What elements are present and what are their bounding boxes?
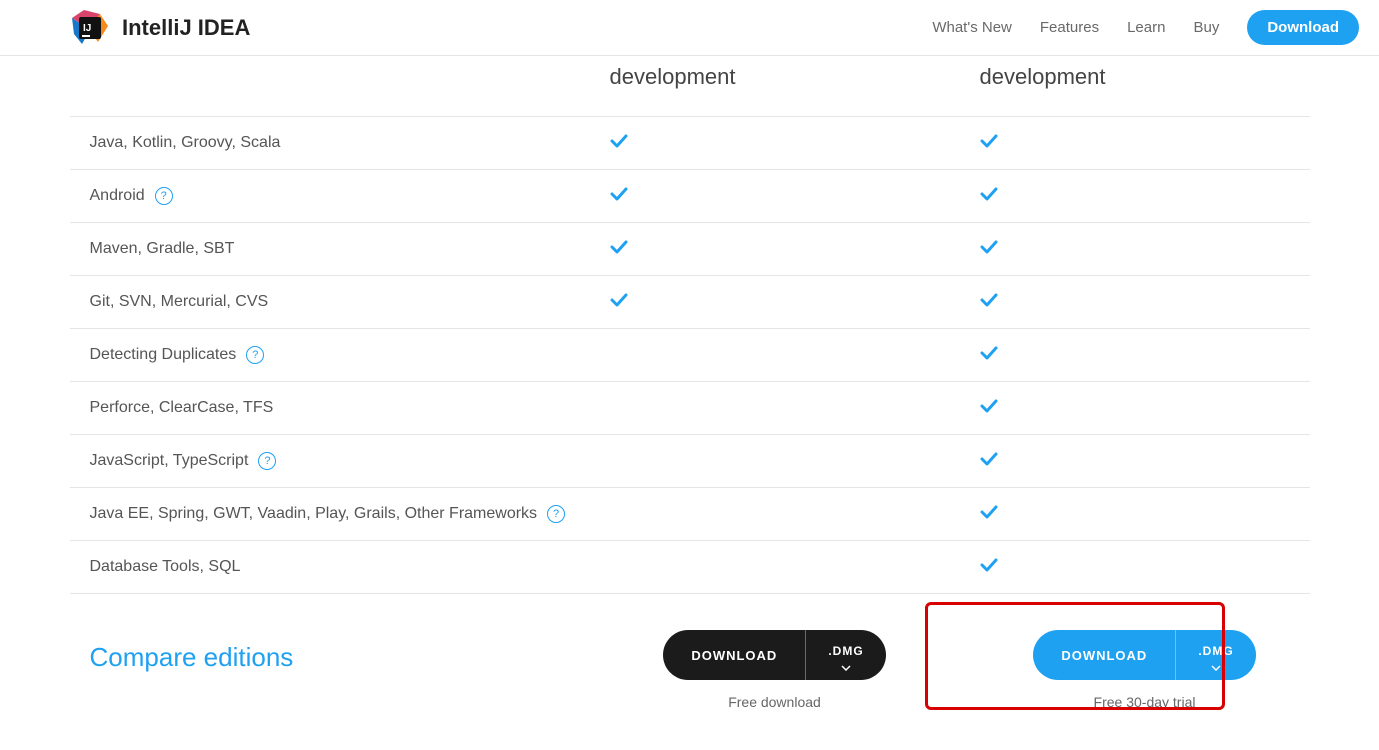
download-ultimate-subtext: Free 30-day trial xyxy=(1094,694,1196,710)
check-icon xyxy=(980,558,998,572)
help-icon[interactable]: ? xyxy=(547,505,565,523)
column-header-community: development xyxy=(590,64,960,90)
ultimate-cell xyxy=(960,187,1330,206)
ultimate-cell xyxy=(960,240,1330,259)
feature-label: Database Tools, SQL xyxy=(70,555,590,579)
feature-label-text: Java EE, Spring, GWT, Vaadin, Play, Grai… xyxy=(90,502,538,526)
check-icon xyxy=(980,505,998,519)
check-icon xyxy=(980,399,998,413)
feature-row: JavaScript, TypeScript? xyxy=(70,434,1310,487)
feature-label-text: Java, Kotlin, Groovy, Scala xyxy=(90,131,281,155)
feature-label-text: Perforce, ClearCase, TFS xyxy=(90,396,274,420)
nav-buy[interactable]: Buy xyxy=(1193,19,1219,36)
download-community-pill: DOWNLOAD .DMG xyxy=(663,630,885,680)
feature-label: Git, SVN, Mercurial, CVS xyxy=(70,290,590,314)
brand[interactable]: IJ IntelliJ IDEA xyxy=(70,8,250,48)
download-community-col: DOWNLOAD .DMG Free download xyxy=(590,630,960,710)
feature-label-text: Detecting Duplicates xyxy=(90,343,237,367)
column-headers: development development xyxy=(70,56,1310,110)
intellij-logo-icon: IJ xyxy=(70,8,110,48)
feature-table: Java, Kotlin, Groovy, Scala Android? Maven… xyxy=(70,110,1310,594)
main-container: development development Java, Kotlin, Gr… xyxy=(70,56,1310,750)
feature-label: JavaScript, TypeScript? xyxy=(70,449,590,473)
check-icon xyxy=(610,134,628,148)
feature-label: Perforce, ClearCase, TFS xyxy=(70,396,590,420)
check-icon xyxy=(980,452,998,466)
feature-label-text: Database Tools, SQL xyxy=(90,555,241,579)
check-icon xyxy=(980,134,998,148)
nav-features[interactable]: Features xyxy=(1040,19,1099,36)
ultimate-cell xyxy=(960,399,1330,418)
chevron-down-icon xyxy=(841,660,851,666)
feature-label: Java, Kotlin, Groovy, Scala xyxy=(70,131,590,155)
ultimate-cell xyxy=(960,293,1330,312)
feature-label-text: Android xyxy=(90,184,145,208)
download-community-ext-dropdown[interactable]: .DMG xyxy=(806,630,885,680)
nav-right: What's New Features Learn Buy Download xyxy=(932,10,1359,45)
feature-row: Android? xyxy=(70,169,1310,222)
help-icon[interactable]: ? xyxy=(258,452,276,470)
ultimate-cell xyxy=(960,134,1330,153)
check-icon xyxy=(610,187,628,201)
feature-row: Detecting Duplicates? xyxy=(70,328,1310,381)
download-ultimate-button[interactable]: DOWNLOAD xyxy=(1033,630,1176,680)
feature-label: Android? xyxy=(70,184,590,208)
feature-row: Java EE, Spring, GWT, Vaadin, Play, Grai… xyxy=(70,487,1310,540)
download-ultimate-ext-dropdown[interactable]: .DMG xyxy=(1176,630,1255,680)
feature-row: Maven, Gradle, SBT xyxy=(70,222,1310,275)
compare-editions-link[interactable]: Compare editions xyxy=(70,630,590,673)
svg-text:IJ: IJ xyxy=(83,23,91,34)
column-header-ultimate: development xyxy=(960,64,1330,90)
download-ultimate-pill: DOWNLOAD .DMG xyxy=(1033,630,1255,680)
check-icon xyxy=(610,240,628,254)
feature-row: Database Tools, SQL xyxy=(70,540,1310,594)
top-nav: IJ IntelliJ IDEA What's New Features Lea… xyxy=(0,0,1379,56)
download-community-button[interactable]: DOWNLOAD xyxy=(663,630,806,680)
nav-learn[interactable]: Learn xyxy=(1127,19,1165,36)
feature-row: Git, SVN, Mercurial, CVS xyxy=(70,275,1310,328)
feature-label: Java EE, Spring, GWT, Vaadin, Play, Grai… xyxy=(70,502,590,526)
community-cell xyxy=(590,240,960,259)
help-icon[interactable]: ? xyxy=(246,346,264,364)
check-icon xyxy=(980,346,998,360)
ultimate-cell xyxy=(960,558,1330,577)
check-icon xyxy=(610,293,628,307)
help-icon[interactable]: ? xyxy=(155,187,173,205)
community-cell xyxy=(590,293,960,312)
download-ultimate-col: DOWNLOAD .DMG Free 30-day trial xyxy=(960,630,1330,710)
bottom-row: Compare editions DOWNLOAD .DMG Free down… xyxy=(70,630,1310,710)
ultimate-cell xyxy=(960,452,1330,471)
check-icon xyxy=(980,293,998,307)
chevron-down-icon xyxy=(1211,660,1221,666)
community-cell xyxy=(590,134,960,153)
feature-label-text: Git, SVN, Mercurial, CVS xyxy=(90,290,269,314)
download-ultimate-ext-label: .DMG xyxy=(1198,644,1233,658)
feature-label: Detecting Duplicates? xyxy=(70,343,590,367)
check-icon xyxy=(980,240,998,254)
feature-row: Java, Kotlin, Groovy, Scala xyxy=(70,116,1310,169)
nav-download-button[interactable]: Download xyxy=(1247,10,1359,45)
ultimate-cell xyxy=(960,505,1330,524)
download-community-subtext: Free download xyxy=(728,694,821,710)
feature-label-text: Maven, Gradle, SBT xyxy=(90,237,235,261)
feature-row: Perforce, ClearCase, TFS xyxy=(70,381,1310,434)
feature-label-text: JavaScript, TypeScript xyxy=(90,449,249,473)
feature-label: Maven, Gradle, SBT xyxy=(70,237,590,261)
brand-title: IntelliJ IDEA xyxy=(122,15,250,41)
check-icon xyxy=(980,187,998,201)
download-community-ext-label: .DMG xyxy=(828,644,863,658)
nav-whats-new[interactable]: What's New xyxy=(932,19,1012,36)
ultimate-cell xyxy=(960,346,1330,365)
community-cell xyxy=(590,187,960,206)
